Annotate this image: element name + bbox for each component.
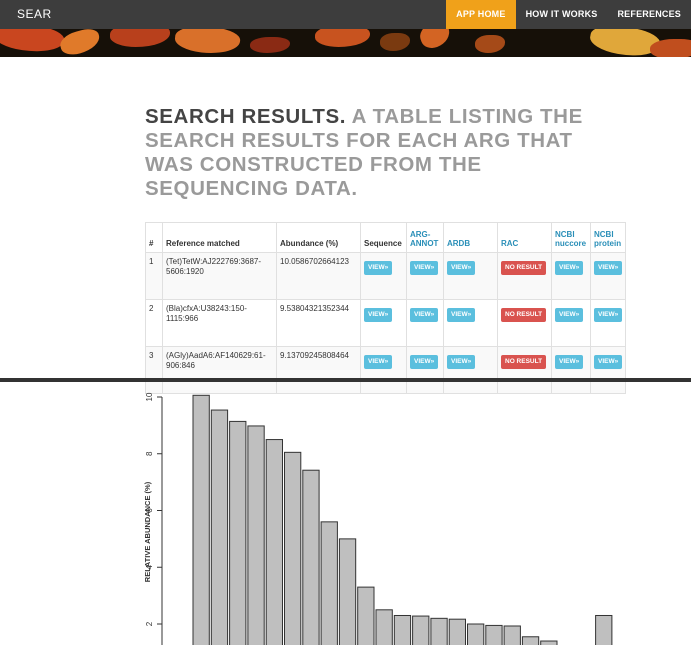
results-table: # Reference matched Abundance (%) Sequen… (145, 222, 627, 394)
rac-no-result-badge: NO RESULT (501, 355, 547, 369)
chart-bar (229, 420, 247, 645)
rac-no-result-badge: NO RESULT (501, 261, 547, 275)
row-reference: (Tet)TetW:AJ222769:3687-5606:1920 (162, 252, 277, 300)
chart-bar (210, 409, 229, 645)
chart-bar (192, 394, 210, 645)
chart-bar (302, 469, 320, 645)
chart-bar (503, 625, 521, 645)
page-title: SEARCH RESULTS. A TABLE LISTING THE SEAR… (145, 105, 615, 201)
nav-references[interactable]: REFERENCES (607, 0, 691, 29)
view-protein-button[interactable]: VIEW» (594, 261, 623, 275)
y-tick-label: 8 (145, 451, 154, 456)
view-ardb-button[interactable]: VIEW» (447, 308, 476, 322)
row-abundance: 10.0586702664123 (276, 252, 361, 300)
col-ncbi-nuccore[interactable]: NCBI nuccore (551, 222, 591, 253)
view-ardb-button[interactable]: VIEW» (447, 261, 476, 275)
view-sequence-button[interactable]: VIEW» (364, 355, 393, 369)
chart-bar (595, 614, 613, 645)
rac-no-result-badge: NO RESULT (501, 308, 547, 322)
view-argannot-button[interactable]: VIEW» (410, 308, 439, 322)
hero-banner (0, 29, 691, 57)
col-rac[interactable]: RAC (497, 222, 552, 253)
chart-bar (284, 451, 302, 645)
chart-bar (320, 521, 338, 645)
chart-bar (521, 636, 540, 645)
brand-logo[interactable]: SEAR (17, 7, 52, 21)
view-ardb-button[interactable]: VIEW» (447, 355, 476, 369)
chart-bar (375, 609, 393, 645)
view-protein-button[interactable]: VIEW» (594, 308, 623, 322)
y-tick-label: 2 (145, 621, 154, 626)
view-protein-button[interactable]: VIEW» (594, 355, 623, 369)
col-ardb[interactable]: ARDB (443, 222, 498, 253)
row-abundance: 9.53804321352344 (276, 299, 361, 347)
abundance-bar-chart: 246810RELATIVE ABUNDANCE (%) (143, 392, 613, 645)
chart-bar (485, 624, 503, 645)
chart-bar (338, 538, 357, 645)
chart-bar (430, 617, 448, 645)
view-sequence-button[interactable]: VIEW» (364, 261, 393, 275)
row-num: 2 (145, 299, 163, 347)
view-argannot-button[interactable]: VIEW» (410, 261, 439, 275)
chart-bar (412, 615, 430, 645)
y-tick-label: 10 (145, 392, 154, 401)
nav-menu: APP HOME HOW IT WORKS REFERENCES (446, 0, 691, 29)
view-nuccore-button[interactable]: VIEW» (555, 308, 584, 322)
chart-bar (393, 614, 412, 645)
col-num: # (145, 222, 163, 253)
view-argannot-button[interactable]: VIEW» (410, 355, 439, 369)
nav-how-it-works[interactable]: HOW IT WORKS (516, 0, 608, 29)
y-axis-label: RELATIVE ABUNDANCE (%) (143, 481, 152, 582)
title-strong: SEARCH RESULTS. (145, 105, 347, 128)
chart-bar (265, 439, 284, 645)
nav-app-home[interactable]: APP HOME (446, 0, 516, 29)
col-ncbi-protein[interactable]: NCBI protein (589, 222, 627, 253)
col-argannot[interactable]: ARG-ANNOT (406, 222, 444, 253)
chart-bar (540, 640, 558, 645)
chart-bar (247, 425, 265, 645)
table-header-row: # Reference matched Abundance (%) Sequen… (145, 222, 627, 253)
chart-bar (357, 586, 375, 645)
chart-bar (467, 623, 485, 645)
view-nuccore-button[interactable]: VIEW» (555, 261, 584, 275)
row-num: 1 (145, 252, 163, 300)
row-reference: (Bla)cfxA:U38243:150-1115:966 (162, 299, 277, 347)
navbar: SEAR APP HOME HOW IT WORKS REFERENCES (0, 0, 691, 29)
view-nuccore-button[interactable]: VIEW» (555, 355, 584, 369)
col-abundance: Abundance (%) (276, 222, 361, 253)
chart-bar (448, 618, 467, 645)
view-sequence-button[interactable]: VIEW» (364, 308, 393, 322)
table-row: 1 (Tet)TetW:AJ222769:3687-5606:1920 10.0… (145, 252, 627, 300)
col-reference: Reference matched (162, 222, 277, 253)
table-row: 2 (Bla)cfxA:U38243:150-1115:966 9.538043… (145, 299, 627, 347)
col-sequence: Sequence (360, 222, 407, 253)
